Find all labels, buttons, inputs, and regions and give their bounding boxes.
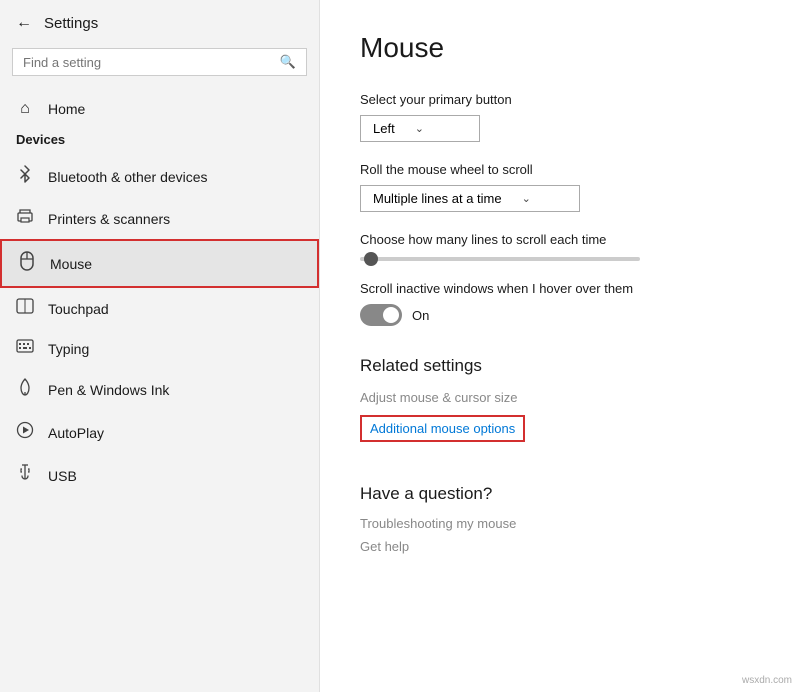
sidebar-item-mouse[interactable]: Mouse — [0, 239, 319, 288]
related-settings-title: Related settings — [360, 356, 760, 376]
autoplay-icon — [16, 421, 34, 444]
toggle-knob — [383, 307, 399, 323]
sidebar-item-home[interactable]: ⌂ Home — [0, 90, 319, 128]
sidebar-item-typing[interactable]: Typing — [0, 329, 319, 368]
chevron-down-icon-2: ⌄ — [522, 192, 531, 205]
typing-label: Typing — [48, 341, 89, 357]
usb-icon — [16, 464, 34, 487]
printer-icon — [16, 208, 34, 229]
sidebar-item-usb[interactable]: USB — [0, 454, 319, 497]
scroll-value: Multiple lines at a time — [373, 191, 502, 206]
lines-label: Choose how many lines to scroll each tim… — [360, 232, 760, 247]
bluetooth-icon — [16, 165, 34, 188]
mouse-icon — [18, 251, 36, 276]
scroll-label: Roll the mouse wheel to scroll — [360, 162, 760, 177]
touchpad-icon — [16, 298, 34, 319]
inactive-scroll-section: Scroll inactive windows when I hover ove… — [360, 281, 760, 326]
toggle-on-label: On — [412, 308, 429, 323]
sidebar-item-bluetooth[interactable]: Bluetooth & other devices — [0, 155, 319, 198]
slider-track — [360, 257, 640, 261]
primary-button-section: Select your primary button Left ⌄ — [360, 92, 760, 142]
scroll-slider[interactable] — [360, 257, 760, 261]
scroll-dropdown[interactable]: Multiple lines at a time ⌄ — [360, 185, 580, 212]
inactive-scroll-toggle[interactable] — [360, 304, 402, 326]
sidebar: ← Settings 🔍 ⌂ Home Devices Bluetooth & … — [0, 0, 320, 692]
troubleshoot-link[interactable]: Troubleshooting my mouse — [360, 516, 760, 531]
question-section: Have a question? Troubleshooting my mous… — [360, 484, 760, 554]
chevron-down-icon: ⌄ — [415, 122, 424, 135]
sidebar-item-printers[interactable]: Printers & scanners — [0, 198, 319, 239]
devices-label: Devices — [0, 128, 319, 155]
autoplay-label: AutoPlay — [48, 425, 104, 441]
typing-icon — [16, 339, 34, 358]
sidebar-item-autoplay[interactable]: AutoPlay — [0, 411, 319, 454]
printers-label: Printers & scanners — [48, 211, 170, 227]
adjust-link: Adjust mouse & cursor size — [360, 390, 760, 405]
pen-label: Pen & Windows Ink — [48, 382, 169, 398]
mouse-label: Mouse — [50, 256, 92, 272]
toggle-row: On — [360, 304, 760, 326]
lines-section: Choose how many lines to scroll each tim… — [360, 232, 760, 261]
pen-icon — [16, 378, 34, 401]
scroll-section: Roll the mouse wheel to scroll Multiple … — [360, 162, 760, 212]
back-icon[interactable]: ← — [16, 14, 32, 32]
page-title: Mouse — [360, 32, 760, 64]
additional-mouse-options-link[interactable]: Additional mouse options — [360, 415, 525, 442]
search-icon: 🔍 — [280, 54, 296, 70]
watermark: wsxdn.com — [742, 675, 792, 686]
question-title: Have a question? — [360, 484, 760, 504]
home-label: Home — [48, 101, 85, 117]
primary-button-dropdown[interactable]: Left ⌄ — [360, 115, 480, 142]
sidebar-header: ← Settings — [0, 0, 319, 42]
sidebar-item-pen[interactable]: Pen & Windows Ink — [0, 368, 319, 411]
sidebar-title: Settings — [44, 15, 98, 32]
inactive-scroll-label: Scroll inactive windows when I hover ove… — [360, 281, 760, 296]
slider-thumb — [364, 252, 378, 266]
touchpad-label: Touchpad — [48, 301, 109, 317]
primary-button-label: Select your primary button — [360, 92, 760, 107]
search-box[interactable]: 🔍 — [12, 48, 307, 76]
sidebar-item-touchpad[interactable]: Touchpad — [0, 288, 319, 329]
home-icon: ⌂ — [16, 100, 34, 118]
bluetooth-label: Bluetooth & other devices — [48, 169, 208, 185]
search-input[interactable] — [23, 55, 274, 70]
related-settings-section: Related settings Adjust mouse & cursor s… — [360, 356, 760, 452]
primary-button-value: Left — [373, 121, 395, 136]
usb-label: USB — [48, 468, 77, 484]
get-help-link[interactable]: Get help — [360, 539, 760, 554]
main-content: Mouse Select your primary button Left ⌄ … — [320, 0, 800, 692]
